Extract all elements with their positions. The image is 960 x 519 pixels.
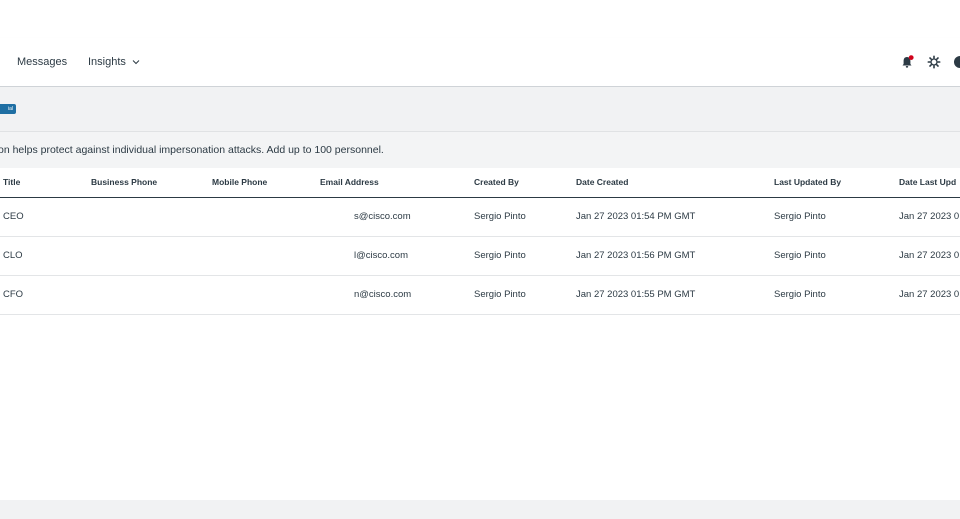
footer-band [0, 500, 960, 519]
cell-date-created: Jan 27 2023 01:54 PM GMT [576, 211, 696, 222]
info-text: on helps protect against individual impe… [0, 144, 384, 156]
column-header-business-phone[interactable]: Business Phone [91, 177, 157, 187]
table-header-row: Title Business Phone Mobile Phone Email … [0, 168, 960, 198]
column-header-title[interactable]: Title [3, 177, 20, 187]
status-badge: ial [0, 104, 16, 114]
personnel-table: Title Business Phone Mobile Phone Email … [0, 168, 960, 315]
cell-last-updated-by: Sergio Pinto [774, 211, 826, 222]
cell-title: CLO [3, 250, 23, 261]
cell-email-address: n@cisco.com [354, 289, 412, 300]
cell-last-updated-by: Sergio Pinto [774, 289, 826, 300]
cell-last-updated-by: Sergio Pinto [774, 250, 826, 261]
cell-date-last-updated: Jan 27 2023 0 [899, 250, 960, 261]
cell-email-address: s@cisco.com [354, 211, 411, 222]
sub-header-band: ial [0, 87, 960, 132]
cell-date-created: Jan 27 2023 01:56 PM GMT [576, 250, 696, 261]
chevron-down-icon [132, 60, 140, 65]
help-icon[interactable] [953, 55, 960, 69]
nav-insights-label: Insights [88, 56, 126, 68]
column-header-last-updated-by[interactable]: Last Updated By [774, 177, 841, 187]
cell-created-by: Sergio Pinto [474, 250, 526, 261]
gear-icon[interactable] [927, 55, 941, 69]
table-row[interactable]: CFO n@cisco.com Sergio Pinto Jan 27 2023… [0, 276, 960, 315]
nav-insights[interactable]: Insights [88, 56, 140, 68]
column-header-email-address[interactable]: Email Address [320, 177, 379, 187]
cell-created-by: Sergio Pinto [474, 211, 526, 222]
table-row[interactable]: CLO l@cisco.com Sergio Pinto Jan 27 2023… [0, 237, 960, 276]
column-header-mobile-phone[interactable]: Mobile Phone [212, 177, 267, 187]
cell-title: CFO [3, 289, 24, 300]
bell-icon[interactable] [900, 55, 914, 69]
table-row[interactable]: CEO s@cisco.com Sergio Pinto Jan 27 2023… [0, 198, 960, 237]
nav-messages[interactable]: Messages [17, 56, 67, 68]
column-header-date-created[interactable]: Date Created [576, 177, 628, 187]
column-header-date-last-updated[interactable]: Date Last Upd [899, 177, 956, 187]
cell-email-address: l@cisco.com [354, 250, 408, 261]
cell-date-created: Jan 27 2023 01:55 PM GMT [576, 289, 696, 300]
cell-title: CEO [3, 211, 24, 222]
top-navigation-bar: Messages Insights [0, 38, 960, 87]
cell-date-last-updated: Jan 27 2023 0 [899, 211, 960, 222]
cell-date-last-updated: Jan 27 2023 0 [899, 289, 960, 300]
cell-created-by: Sergio Pinto [474, 289, 526, 300]
column-header-created-by[interactable]: Created By [474, 177, 519, 187]
info-banner: on helps protect against individual impe… [0, 132, 960, 168]
